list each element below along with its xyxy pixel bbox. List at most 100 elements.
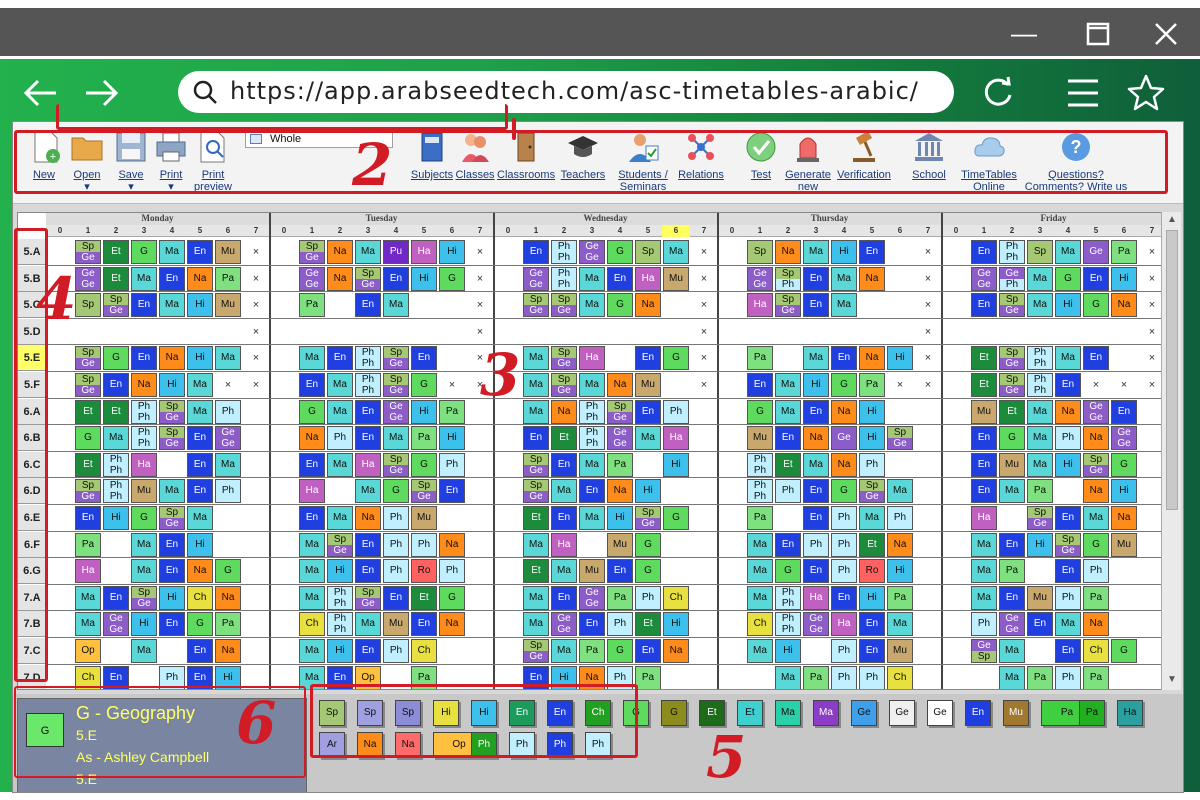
lesson-card[interactable]: En bbox=[1055, 373, 1081, 397]
lesson-card[interactable]: Ma bbox=[747, 532, 773, 557]
lesson-card[interactable]: En bbox=[579, 612, 605, 637]
lesson-card[interactable]: Ma bbox=[327, 506, 353, 530]
reload-button[interactable] bbox=[978, 73, 1018, 113]
lesson-card[interactable]: Hi bbox=[803, 373, 829, 397]
lesson-card[interactable]: Ph Ph bbox=[103, 479, 129, 504]
lesson-card[interactable]: Na bbox=[803, 426, 829, 451]
lesson-card[interactable]: Ma bbox=[579, 266, 605, 291]
lesson-card[interactable]: Na bbox=[215, 585, 241, 610]
scroll-down-icon[interactable]: ▼ bbox=[1162, 672, 1182, 688]
lesson-card[interactable]: En bbox=[831, 346, 857, 371]
lesson-card[interactable]: Hi bbox=[887, 346, 913, 371]
lesson-card[interactable]: Ph bbox=[859, 452, 885, 477]
vertical-scrollbar[interactable]: ▲ ▼ bbox=[1161, 212, 1181, 690]
menu-button[interactable] bbox=[1064, 73, 1104, 113]
lesson-card[interactable]: Ma bbox=[299, 639, 325, 663]
lesson-card[interactable]: Sp Ge bbox=[75, 240, 101, 264]
lesson-card[interactable]: Pa bbox=[215, 266, 241, 291]
lesson-card[interactable]: Ma bbox=[999, 639, 1025, 663]
lesson-card[interactable]: Pa bbox=[1027, 665, 1053, 689]
lesson-card[interactable]: Sp Ge bbox=[523, 293, 549, 318]
lesson-card[interactable]: Et bbox=[75, 452, 101, 477]
lesson-card[interactable]: Ma bbox=[75, 612, 101, 637]
lesson-card[interactable]: Ge Sp bbox=[971, 639, 997, 663]
lesson-card[interactable]: Ma bbox=[1027, 426, 1053, 451]
lesson-card[interactable]: Ph Ph bbox=[1027, 373, 1053, 397]
url-text[interactable]: https://app.arabseedtech.com/asc-timetab… bbox=[230, 77, 919, 105]
lesson-card[interactable]: Ph bbox=[831, 559, 857, 584]
lesson-card[interactable]: Et bbox=[859, 532, 885, 557]
lesson-card[interactable]: G bbox=[663, 346, 689, 371]
lesson-card[interactable]: Ha bbox=[299, 479, 325, 504]
lesson-card[interactable]: Ch bbox=[1083, 639, 1109, 663]
lesson-card[interactable]: Ph Ph bbox=[551, 240, 577, 264]
lesson-card[interactable]: En bbox=[411, 612, 437, 637]
lesson-card[interactable]: Pa bbox=[887, 585, 913, 610]
lesson-card[interactable]: Ma bbox=[551, 639, 577, 663]
lesson-card[interactable]: Ha bbox=[75, 559, 101, 584]
lesson-card[interactable]: Ph Ph bbox=[775, 585, 801, 610]
lesson-card[interactable]: Ph bbox=[1055, 665, 1081, 689]
lesson-card[interactable]: Hi bbox=[411, 266, 437, 291]
lesson-card[interactable]: En bbox=[103, 373, 129, 397]
lesson-card[interactable]: Et bbox=[775, 452, 801, 477]
lesson-card[interactable]: Ha bbox=[663, 426, 689, 451]
lesson-card[interactable]: Pa bbox=[75, 532, 101, 557]
lesson-card[interactable]: G bbox=[635, 532, 661, 557]
lesson-card[interactable]: G bbox=[607, 293, 633, 318]
lesson-card[interactable]: En bbox=[103, 585, 129, 610]
lesson-card[interactable]: En bbox=[999, 585, 1025, 610]
lesson-card[interactable]: Ph bbox=[383, 559, 409, 584]
lesson-card[interactable]: Ph bbox=[971, 612, 997, 637]
lesson-card[interactable]: Ma bbox=[299, 559, 325, 584]
lesson-card[interactable]: Ha bbox=[131, 452, 157, 477]
lesson-card[interactable]: Sp Ge bbox=[775, 293, 801, 318]
lesson-card[interactable]: En bbox=[971, 452, 997, 477]
lesson-card[interactable]: Na bbox=[1083, 479, 1109, 504]
lesson-card[interactable]: En bbox=[159, 559, 185, 584]
lesson-card[interactable]: G bbox=[383, 479, 409, 504]
lesson-card[interactable]: Hi bbox=[1027, 532, 1053, 557]
lesson-card[interactable]: En bbox=[523, 240, 549, 264]
lesson-card[interactable]: Ge Ge bbox=[383, 399, 409, 424]
lesson-card[interactable]: Hi bbox=[327, 559, 353, 584]
lesson-card[interactable]: Sp Ge bbox=[355, 266, 381, 291]
lesson-card[interactable]: Sp bbox=[635, 240, 661, 264]
lesson-card[interactable]: Pa bbox=[859, 373, 885, 397]
lesson-card[interactable]: Ha bbox=[411, 240, 437, 264]
lesson-card[interactable]: Ge Ge bbox=[971, 266, 997, 291]
lesson-card[interactable]: Pa bbox=[607, 452, 633, 477]
lesson-card[interactable]: Pa bbox=[747, 346, 773, 371]
lesson-card[interactable]: Ph bbox=[383, 506, 409, 530]
lesson-card[interactable]: Ph bbox=[327, 426, 353, 451]
lesson-card[interactable]: En bbox=[355, 399, 381, 424]
lesson-card[interactable]: G bbox=[607, 240, 633, 264]
lesson-card[interactable]: G bbox=[747, 399, 773, 424]
lesson-card[interactable]: En bbox=[747, 373, 773, 397]
lesson-card[interactable]: Ph bbox=[1083, 559, 1109, 584]
lesson-card[interactable]: En bbox=[1055, 506, 1081, 530]
lesson-card[interactable]: Ma bbox=[299, 585, 325, 610]
lesson-card[interactable]: Na bbox=[1111, 506, 1137, 530]
lesson-card[interactable]: Et bbox=[75, 399, 101, 424]
lesson-card[interactable]: Hi bbox=[159, 373, 185, 397]
lesson-card[interactable]: En bbox=[383, 585, 409, 610]
lesson-card[interactable]: Ma bbox=[1055, 612, 1081, 637]
lesson-card[interactable]: Na bbox=[159, 346, 185, 371]
lesson-card[interactable]: Ha bbox=[831, 612, 857, 637]
lesson-card[interactable]: Ma bbox=[383, 293, 409, 318]
lesson-card[interactable]: En bbox=[75, 506, 101, 530]
lesson-card[interactable]: Sp Ge bbox=[999, 293, 1025, 318]
lesson-card[interactable]: En bbox=[299, 506, 325, 530]
lesson-card[interactable]: Ma bbox=[551, 479, 577, 504]
lesson-card[interactable]: En bbox=[187, 452, 213, 477]
lesson-card[interactable]: G bbox=[131, 506, 157, 530]
lesson-card[interactable]: Na bbox=[355, 506, 381, 530]
lesson-card[interactable]: Ph bbox=[803, 532, 829, 557]
lesson-card[interactable]: Pa bbox=[999, 559, 1025, 584]
lesson-card[interactable]: En bbox=[355, 639, 381, 663]
lesson-card[interactable]: Ma bbox=[159, 240, 185, 264]
lesson-card[interactable]: Hi bbox=[159, 585, 185, 610]
lesson-card[interactable]: Sp Ge bbox=[523, 452, 549, 477]
lesson-card[interactable]: En bbox=[1055, 639, 1081, 663]
